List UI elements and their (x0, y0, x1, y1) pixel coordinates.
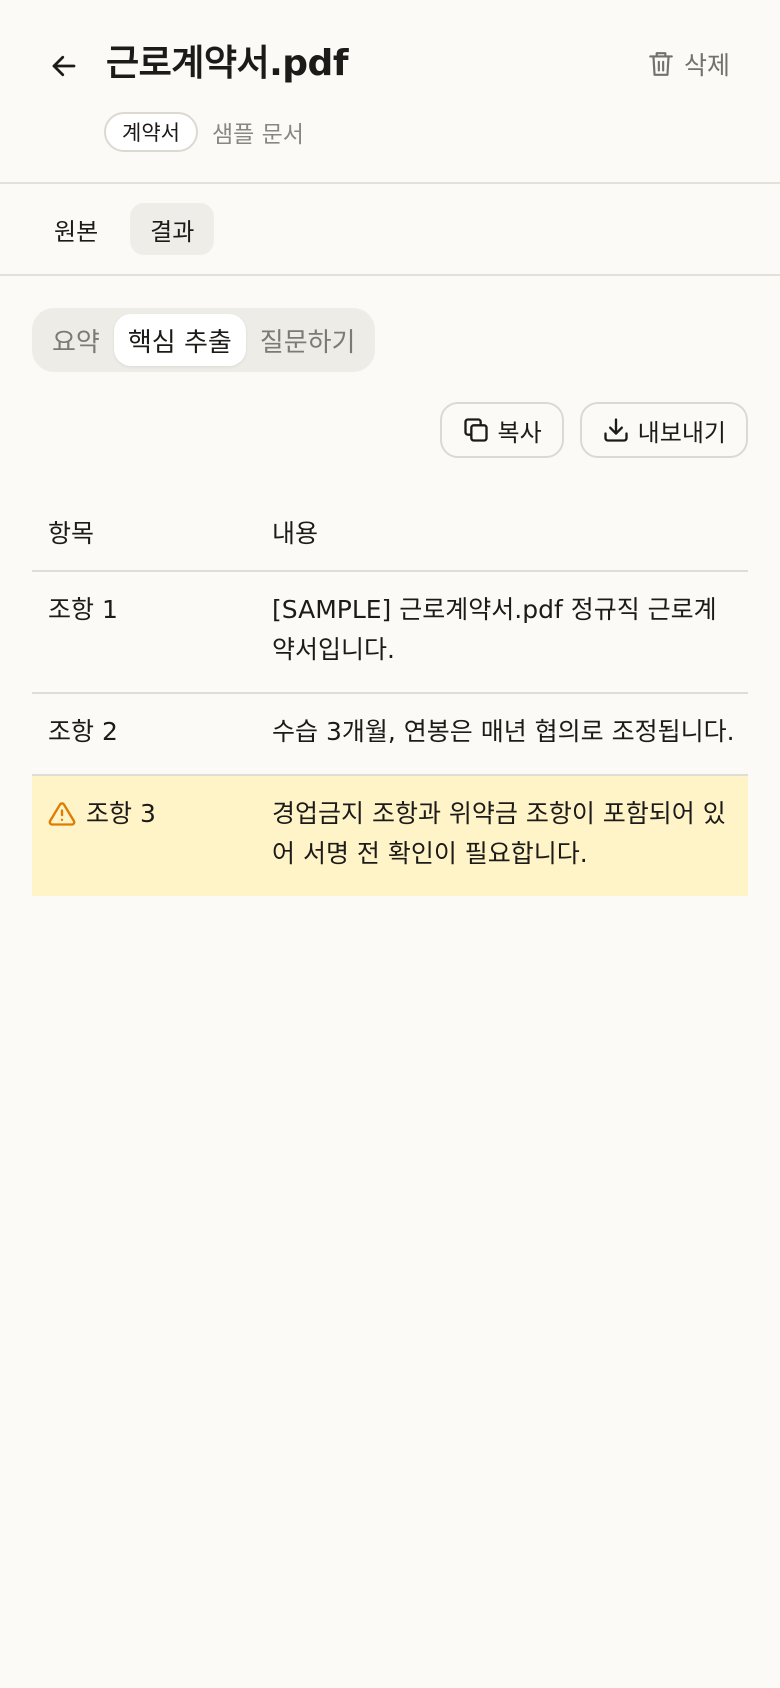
export-button[interactable]: 내보내기 (579, 402, 748, 458)
download-icon (604, 418, 628, 442)
result-actions: 복사 내보내기 (0, 372, 780, 458)
document-header: 근로계약서.pdf 삭제 계약서 샘플 문서 (0, 0, 780, 184)
tab-original[interactable]: 원본 (34, 203, 118, 255)
segment-ask-question[interactable]: 질문하기 (246, 314, 370, 366)
category-chip: 계약서 (104, 112, 198, 152)
row-item-label: 조항 1 (48, 595, 118, 624)
segment-summary[interactable]: 요약 (38, 314, 114, 366)
page-title: 근로계약서.pdf (106, 43, 348, 84)
trash-icon (649, 52, 673, 76)
table-row-warning: 조항 3 경업금지 조항과 위약금 조항이 포함되어 있어 서명 전 확인이 필… (32, 776, 748, 896)
row-item-label: 조항 3 (86, 799, 156, 828)
table-row: 조항 1 [SAMPLE] 근로계약서.pdf 정규직 근로계약서입니다. (32, 572, 748, 694)
column-header-content: 내용 (272, 519, 319, 548)
copy-label: 복사 (497, 418, 542, 447)
table-row: 조항 2 수습 3개월, 연봉은 매년 협의로 조정됩니다. (32, 694, 748, 776)
segment-key-extraction[interactable]: 핵심 추출 (113, 314, 246, 366)
row-content: 수습 3개월, 연봉은 매년 협의로 조정됩니다. (272, 717, 735, 746)
back-button[interactable] (40, 42, 88, 90)
sample-label: 샘플 문서 (211, 122, 304, 148)
column-header-item: 항목 (48, 519, 95, 548)
tab-result[interactable]: 결과 (130, 203, 215, 255)
extraction-table: 항목 내용 조항 1 [SAMPLE] 근로계약서.pdf 정규직 근로계약서입… (32, 494, 748, 896)
row-item: 조항 3 (32, 796, 272, 832)
row-item: 조항 2 (32, 714, 272, 750)
copy-button[interactable]: 복사 (439, 402, 564, 458)
segment-container: 요약 핵심 추출 질문하기 (0, 276, 780, 372)
export-label: 내보내기 (637, 418, 726, 447)
delete-label: 삭제 (683, 51, 730, 80)
view-tabs: 원본 결과 (0, 184, 780, 276)
warning-triangle-icon (48, 800, 76, 828)
row-content: [SAMPLE] 근로계약서.pdf 정규직 근로계약서입니다. (272, 595, 717, 664)
delete-button[interactable]: 삭제 (648, 44, 730, 84)
document-meta: 계약서 샘플 문서 (104, 112, 304, 152)
copy-icon (463, 418, 488, 442)
row-item: 조항 1 (32, 592, 272, 628)
arrow-left-icon (52, 55, 76, 77)
result-mode-segmented-control: 요약 핵심 추출 질문하기 (32, 308, 376, 372)
table-header: 항목 내용 (32, 494, 748, 572)
row-item-label: 조항 2 (48, 717, 118, 746)
row-content: 경업금지 조항과 위약금 조항이 포함되어 있어 서명 전 확인이 필요합니다. (272, 799, 726, 868)
